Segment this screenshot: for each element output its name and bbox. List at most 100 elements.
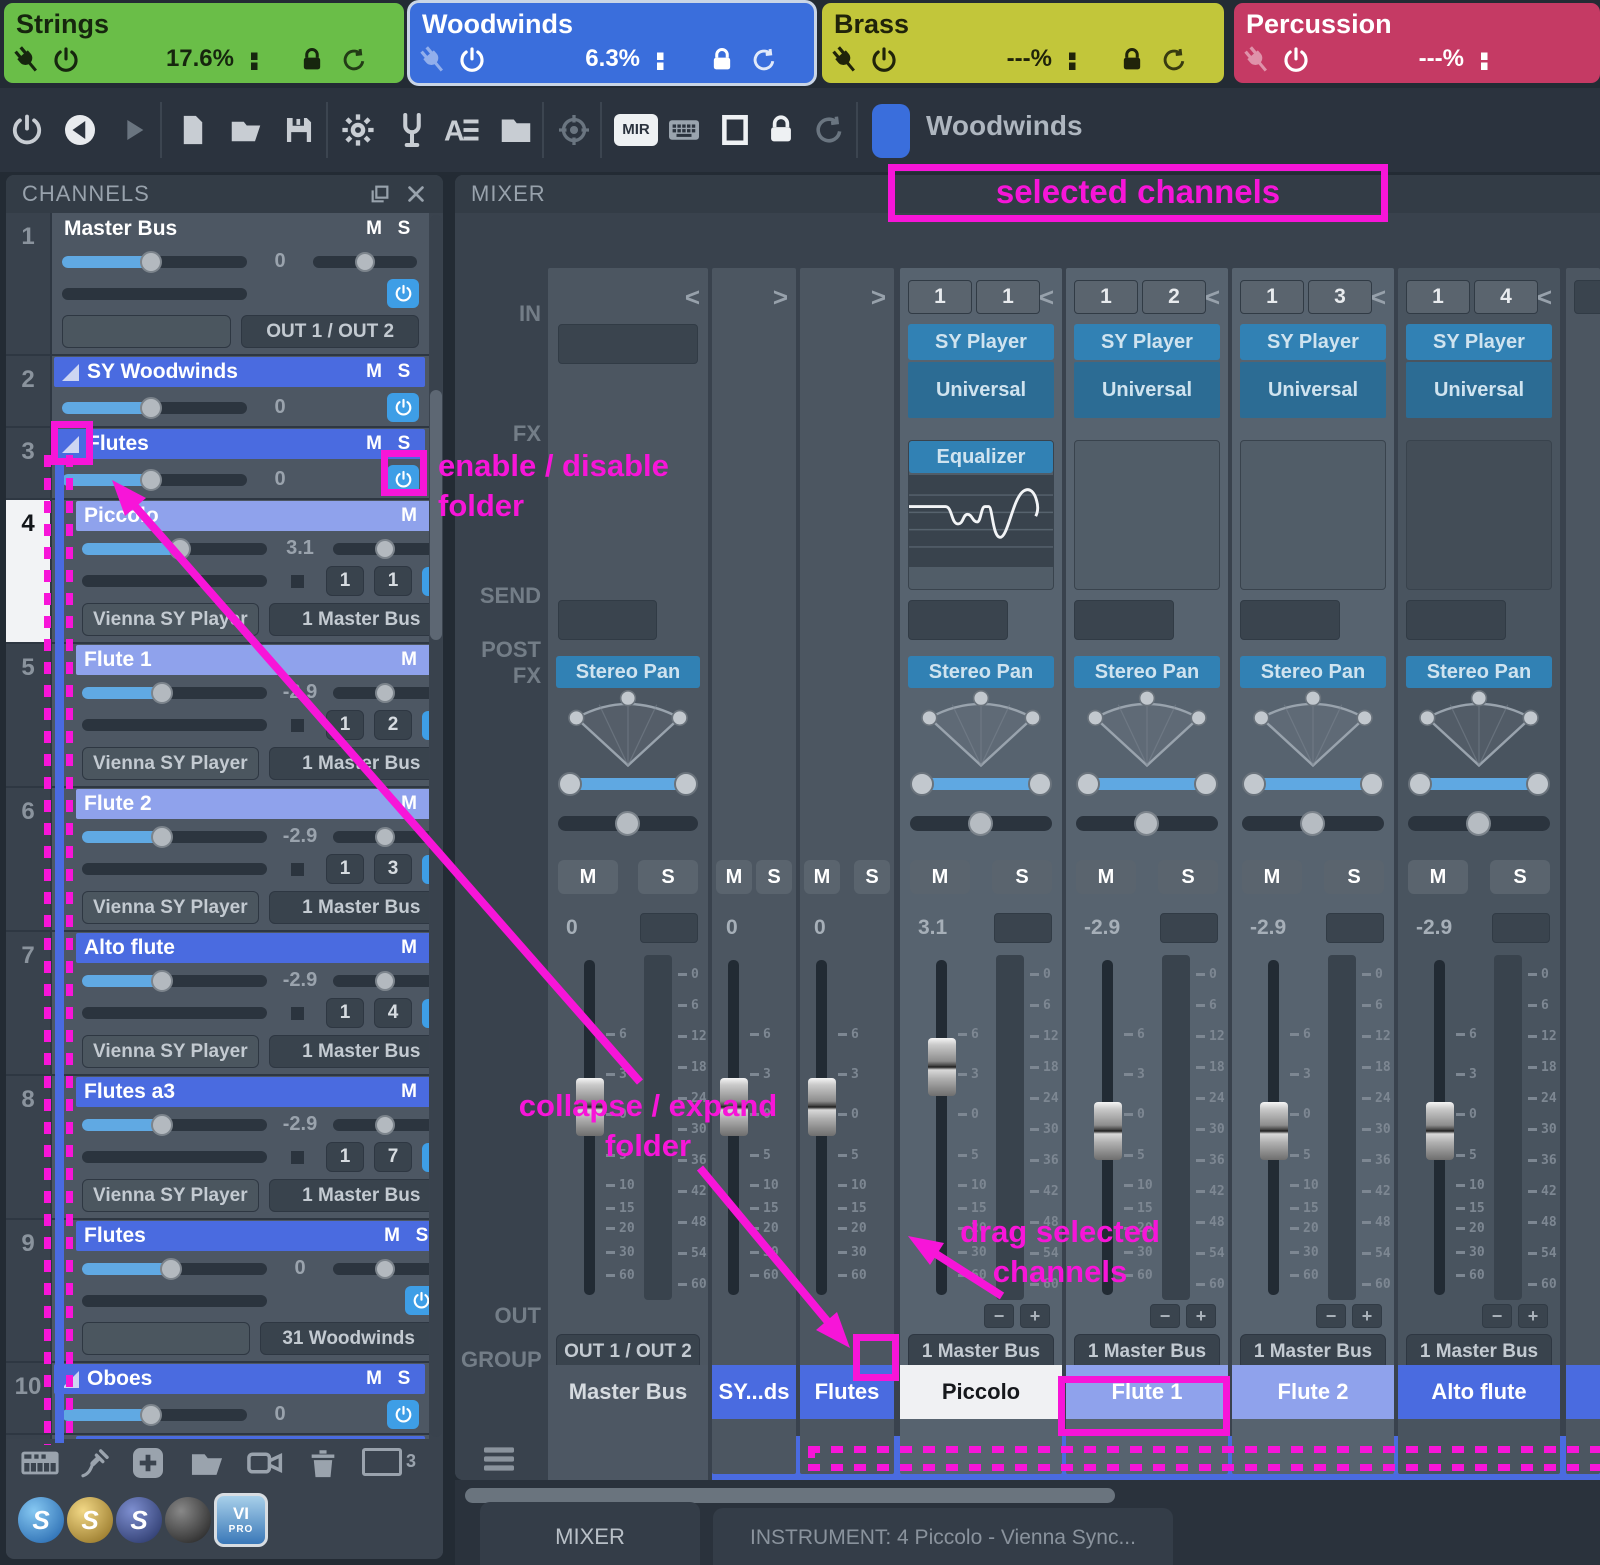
lock-icon[interactable]	[708, 46, 736, 74]
solo-button[interactable]: S	[1158, 860, 1218, 894]
stereo-width-bar[interactable]	[1248, 778, 1378, 790]
pan-slider[interactable]	[333, 1263, 429, 1275]
play-icon[interactable]	[118, 114, 150, 146]
player-button[interactable]: Vienna SY Player	[82, 747, 259, 780]
library-box[interactable]: Universal	[1406, 362, 1552, 418]
player-button[interactable]: SY Player	[1406, 324, 1552, 360]
vi-pro-icon[interactable]: VIPRO	[214, 1493, 268, 1547]
fx-slot[interactable]	[1074, 440, 1220, 590]
instance-tab-woodwinds[interactable]: Woodwinds6.3%	[410, 3, 814, 83]
power-icon[interactable]	[52, 46, 80, 74]
decrement-button[interactable]: −	[1150, 1304, 1180, 1328]
previous-icon[interactable]	[62, 112, 98, 148]
solo-button[interactable]: S	[854, 860, 890, 894]
width-handle-right[interactable]	[1028, 772, 1052, 796]
fx-slot[interactable]: Equalizer	[908, 440, 1054, 590]
width-handle-right[interactable]	[674, 772, 698, 796]
solo-button[interactable]: S	[756, 860, 792, 894]
stereo-width-bar[interactable]	[916, 778, 1046, 790]
midi-port-button[interactable]: 1	[326, 710, 364, 740]
midi-channel-button[interactable]: 4	[374, 998, 412, 1028]
stereo-pan-display[interactable]	[556, 690, 700, 802]
volume-slider[interactable]	[62, 474, 247, 486]
width-handle-right[interactable]	[1360, 772, 1384, 796]
stereo-pan-button[interactable]: Stereo Pan	[908, 656, 1054, 688]
mute-button[interactable]: M	[398, 793, 420, 815]
fader-track[interactable]	[816, 960, 827, 1295]
increment-button[interactable]: +	[1352, 1304, 1382, 1328]
open-folder-icon[interactable]	[188, 1444, 226, 1482]
midi-channel-button[interactable]: 3	[374, 854, 412, 884]
pan-slider[interactable]	[1076, 816, 1218, 831]
midi-channel-button[interactable]: 4	[1474, 280, 1538, 314]
close-icon[interactable]	[405, 183, 427, 205]
crosshair-icon[interactable]	[556, 112, 592, 148]
slider-knob[interactable]	[160, 1258, 182, 1280]
channel-power-button[interactable]	[422, 567, 429, 596]
mute-button[interactable]: M	[1076, 860, 1136, 894]
strip-name[interactable]	[1566, 1365, 1600, 1419]
midi-channel-button[interactable]: 1	[976, 280, 1040, 314]
pan-knob[interactable]	[355, 252, 375, 272]
send-slot[interactable]	[1406, 600, 1506, 640]
pan-slider[interactable]	[910, 816, 1052, 831]
slider-knob[interactable]	[140, 251, 162, 273]
power-icon[interactable]	[1282, 46, 1310, 74]
lock-icon[interactable]	[764, 113, 798, 147]
stereo-pan-button[interactable]: Stereo Pan	[1240, 656, 1386, 688]
pan-knob[interactable]	[375, 827, 395, 847]
pan-slider[interactable]	[333, 1119, 429, 1131]
solo-button[interactable]: S	[428, 937, 429, 959]
volume-slider[interactable]	[62, 402, 247, 414]
pan-knob[interactable]	[375, 683, 395, 703]
stereo-width-bar[interactable]	[1414, 778, 1544, 790]
slider-knob[interactable]	[151, 682, 173, 704]
solo-button[interactable]: S	[428, 649, 429, 671]
keyboard-icon[interactable]	[666, 112, 702, 148]
stereo-pan-button[interactable]: Stereo Pan	[1074, 656, 1220, 688]
solo-button[interactable]: S	[638, 860, 698, 894]
mute-button[interactable]: M	[398, 1081, 420, 1103]
midi-port-button[interactable]: 1	[326, 1142, 364, 1172]
volume-slider[interactable]	[82, 831, 267, 843]
pan-slider[interactable]	[1408, 816, 1550, 831]
strip-name[interactable]: Master Bus	[548, 1365, 708, 1419]
channel-power-button[interactable]	[422, 999, 429, 1028]
channel-header[interactable]: Flute 1MS	[76, 645, 429, 675]
stereo-pan-display[interactable]	[1240, 690, 1386, 802]
output-button[interactable]: 31 Woodwinds	[260, 1322, 429, 1355]
pan-knob[interactable]	[968, 811, 993, 836]
channel-power-button[interactable]	[387, 1400, 419, 1429]
slider-knob[interactable]	[151, 970, 173, 992]
midi-channel-button[interactable]: 7	[374, 1142, 412, 1172]
fx-slot[interactable]	[1406, 440, 1552, 590]
midi-port-button[interactable]: 1	[1240, 280, 1304, 314]
channel-header[interactable]: Master BusMS	[56, 214, 425, 244]
pan-slider[interactable]	[333, 543, 429, 555]
channel-header[interactable]: Flute 2MS	[76, 789, 429, 819]
midi-port-button[interactable]: 1	[1074, 280, 1138, 314]
output-button[interactable]: 1 Master Bus	[269, 747, 429, 780]
pan-slider[interactable]	[333, 831, 429, 843]
channel-header[interactable]: OboesMS	[54, 1364, 425, 1394]
solo-button[interactable]: S	[428, 1081, 429, 1103]
strip-name[interactable]: Alto flute	[1398, 1365, 1560, 1419]
instance-color-chip[interactable]	[872, 104, 910, 158]
solo-button[interactable]: S	[1490, 860, 1550, 894]
volume-slider[interactable]	[82, 1263, 267, 1275]
collapse-chevron[interactable]: <	[1039, 282, 1054, 313]
channel-power-button[interactable]	[422, 1143, 429, 1172]
pan-knob[interactable]	[1466, 811, 1491, 836]
solo-button[interactable]: S	[428, 505, 429, 527]
pan-knob[interactable]	[615, 811, 640, 836]
channel-header[interactable]: Alto fluteMS	[76, 933, 429, 963]
open-folder-icon[interactable]	[228, 112, 264, 148]
channel-number[interactable]: 2	[6, 356, 52, 426]
pan-knob[interactable]	[375, 539, 395, 559]
channel-header[interactable]: SY WoodwindsMS	[54, 357, 425, 387]
channel-number[interactable]: 1	[6, 213, 52, 354]
output-button[interactable]: 1 Master Bus	[269, 603, 429, 636]
midi-channel-button[interactable]: 2	[1142, 280, 1206, 314]
slider-knob[interactable]	[151, 826, 173, 848]
collapse-chevron[interactable]: <	[1371, 282, 1386, 313]
